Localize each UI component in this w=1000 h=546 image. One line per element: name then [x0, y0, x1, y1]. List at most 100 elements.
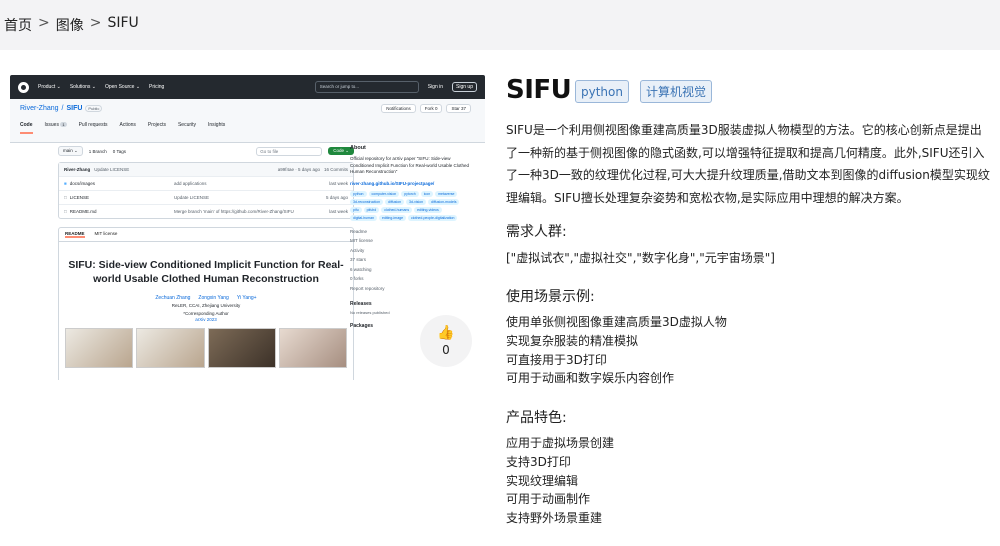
nav-pricing: Pricing: [149, 84, 165, 90]
about-stats: Readme MIT license Activity 37 stars 6 w…: [350, 227, 470, 294]
author: Zechuan Zhang: [155, 295, 191, 301]
usage-heading: 使用场景示例:: [506, 289, 595, 305]
author: Zongxin Yang: [198, 295, 229, 301]
readme-tabs: README MIT license: [59, 228, 353, 242]
about-description: Official repository for arXiv paper "SIF…: [350, 156, 470, 174]
feature-item: 支持野外场景重建: [506, 511, 603, 526]
feature-item: 支持3D打印: [506, 454, 571, 469]
nav-open-source: Open Source ⌄: [104, 84, 141, 90]
license-link: MIT license: [350, 238, 373, 243]
paper-title: SIFU: Side-view Conditioned Implicit Fun…: [68, 259, 344, 285]
tab-security: Security: [177, 122, 197, 128]
thumbs-up-icon: 👍: [437, 324, 455, 341]
repo-slash: /: [61, 105, 64, 112]
commit-message: Update LICENSE: [94, 167, 130, 172]
product-screenshot: Product ⌄ Solutions ⌄ Open Source ⌄ Pric…: [10, 75, 485, 380]
breadcrumb-separator: >: [89, 15, 102, 31]
fork-button: Fork 0: [419, 104, 443, 113]
branch-select: main ⌄: [58, 146, 83, 156]
arxiv-link: arXiv 2023: [195, 317, 217, 322]
author: Yi Yang+: [236, 295, 257, 301]
topic: editing-image: [379, 214, 407, 221]
breadcrumb: 首页 > 图像 > SIFU: [4, 15, 139, 35]
tag-computer-vision[interactable]: 计算机视觉: [640, 80, 712, 103]
releases-heading: Releases: [350, 301, 372, 307]
tab-projects: Projects: [147, 122, 166, 128]
commit-meta: a99f4ae · 5 days ago: [277, 167, 320, 172]
github-signin: Sign in: [427, 84, 444, 90]
branch-row: main ⌄ 1 Branch 0 Tags Go to file Code ⌄: [58, 145, 354, 157]
teaser-figure: [65, 328, 347, 368]
topic: pifu: [350, 206, 362, 213]
star-button: Star 37: [446, 104, 471, 113]
figure-panel: [278, 328, 347, 368]
usage-item: 使用单张侧视图像重建高质量3D虚拟人物: [506, 315, 727, 329]
usage-list: 使用单张侧视图像重建高质量3D虚拟人物 实现复杂服装的精准模拟 可直接用于3D打…: [506, 313, 727, 388]
nav-solutions: Solutions ⌄: [69, 84, 96, 90]
report-link: Report repository: [350, 285, 385, 291]
file-browser: main ⌄ 1 Branch 0 Tags Go to file Code ⌄…: [58, 145, 354, 380]
figure-panel: [207, 328, 276, 368]
issues-count: 1: [60, 122, 67, 127]
file-icon: □: [64, 195, 67, 200]
topic: metaverse: [435, 190, 458, 197]
notifications-button: Notifications: [381, 104, 416, 113]
readme-link: Readme: [350, 228, 368, 234]
topic: diffusion: [385, 198, 405, 205]
tag-python[interactable]: python: [575, 80, 629, 103]
readme-panel: README MIT license SIFU: Side-view Condi…: [58, 227, 354, 380]
breadcrumb-current: SIFU: [107, 15, 139, 31]
features-heading: 产品特色:: [506, 410, 567, 426]
tab-actions: Actions: [119, 122, 136, 128]
breadcrumb-images[interactable]: 图像: [56, 15, 84, 35]
topic: icon: [420, 190, 434, 197]
breadcrumb-home[interactable]: 首页: [4, 15, 32, 35]
top-bar: 首页 > 图像 > SIFU: [0, 0, 1000, 50]
repo-owner: River-Zhang: [20, 105, 59, 112]
audience-heading: 需求人群:: [506, 224, 567, 240]
commit-count: 16 Commits: [323, 167, 348, 172]
affiliation: ReLER, CCAI, Zhejiang University: [171, 303, 241, 308]
tab-issues: Issues 1: [44, 122, 67, 128]
breadcrumb-separator: >: [38, 15, 50, 31]
like-button[interactable]: 👍 0: [420, 315, 472, 367]
feature-item: 可用于动画制作: [506, 492, 591, 507]
repo-header: River-Zhang / SIFU Public Notifications …: [10, 99, 485, 143]
topic: digital-human: [350, 214, 378, 221]
activity-link: Activity: [350, 247, 365, 253]
tab-code: Code: [20, 122, 33, 134]
figure-panel: [65, 328, 134, 368]
repo-visibility: Public: [85, 105, 103, 112]
product-title: SIFU: [506, 75, 572, 105]
readme-tab: README: [65, 231, 85, 238]
usage-item: 可直接用于3D打印: [506, 352, 607, 367]
github-search: Search or jump to...: [314, 81, 419, 93]
features-list: 应用于虚拟场景创建 支持3D打印 实现纹理编辑 可用于动画制作 支持野外场景重建: [506, 434, 614, 528]
topic: clothed-people-digitalization: [408, 214, 458, 221]
commit-author: River-Zhang: [64, 167, 91, 172]
topic: python: [350, 190, 367, 197]
topic: 3d-vision: [406, 198, 427, 205]
file-icon: □: [64, 209, 67, 214]
file-row: ■ docs/images add applications last week: [59, 176, 353, 190]
topic: diffusion-models: [428, 198, 460, 205]
about-link: river-zhang.github.io/SIFU-projectpage/: [350, 180, 435, 186]
topic: clothed-humans: [381, 206, 413, 213]
about-sidebar: About Official repository for arXiv pape…: [350, 145, 470, 329]
about-heading: About: [350, 145, 366, 151]
topic: pifuhd: [363, 206, 380, 213]
go-to-file: Go to file: [256, 146, 323, 156]
file-row: □ README.md Merge branch 'main' of https:…: [59, 204, 353, 218]
tab-pull-requests: Pull requests: [78, 122, 108, 128]
feature-item: 实现纹理编辑: [506, 473, 579, 488]
topic-list: python computer-vision pytorch icon meta…: [350, 190, 470, 221]
license-tab: MIT license: [94, 231, 118, 236]
usage-item: 可用于动画和数字娱乐内容创作: [506, 371, 675, 386]
latest-commit: River-Zhang Update LICENSE a99f4ae · 5 d…: [59, 163, 353, 176]
like-count: 0: [442, 342, 450, 357]
stars-count: 37 stars: [350, 257, 367, 262]
usage-item: 实现复杂服装的精准模拟: [506, 333, 639, 348]
tab-insights: Insights: [208, 122, 226, 128]
forks-count: 0 forks: [350, 276, 364, 281]
topic: computer-vision: [368, 190, 400, 197]
